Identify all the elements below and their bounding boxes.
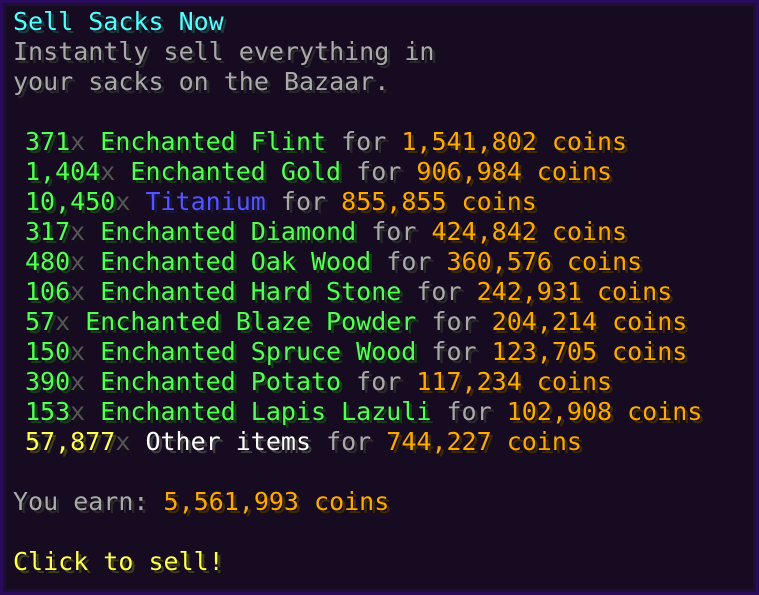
item-for-label: for [371,217,417,246]
item-for-label: for [446,397,492,426]
item-for-label: for [280,187,327,216]
item-quantity: 390 [25,367,71,396]
tooltip-description-line: your sacks on the Bazaar. [13,67,390,96]
tooltip-description-line: Instantly sell everything in [13,37,435,66]
item-name: Enchanted Oak Wood [100,247,372,276]
item-coin-value: 242,931 coins [476,277,673,306]
sell-sacks-tooltip: Sell Sacks Now Instantly sell everything… [0,0,759,595]
sack-item-row: 153x Enchanted Lapis Lazuli for 102,908 … [13,397,748,427]
item-multiplier: x [115,427,131,456]
item-multiplier: x [70,337,86,366]
item-for-label: for [431,307,477,336]
item-multiplier: x [70,247,86,276]
sack-item-row: 106x Enchanted Hard Stone for 242,931 co… [13,277,748,307]
item-multiplier: x [70,127,86,156]
item-quantity: 317 [25,217,71,246]
item-multiplier: x [70,277,86,306]
sack-item-row: 1,404x Enchanted Gold for 906,984 coins [13,157,748,187]
item-coin-value: 424,842 coins [431,217,628,246]
item-quantity: 57,877 [25,427,116,456]
item-quantity: 480 [25,247,71,276]
item-coin-value: 1,541,802 coins [401,127,628,156]
item-name: Enchanted Flint [100,127,327,156]
item-name: Enchanted Diamond [100,217,357,246]
item-coin-value: 204,214 coins [491,307,688,336]
item-for-label: for [386,247,432,276]
item-coin-value: 102,908 coins [506,397,703,426]
item-multiplier: x [55,307,71,336]
sack-item-row: 371x Enchanted Flint for 1,541,802 coins [13,127,748,157]
click-to-sell-prompt[interactable]: Click to sell! [13,547,748,577]
item-name: Enchanted Gold [130,157,342,186]
item-for-label: for [416,277,462,306]
item-multiplier: x [115,187,131,216]
sack-item-row: 10,450x Titanium for 855,855 coins [13,187,748,217]
item-for-label: for [326,427,372,456]
item-name: Enchanted Hard Stone [100,277,402,306]
item-quantity: 106 [25,277,71,306]
sack-item-row: 150x Enchanted Spruce Wood for 123,705 c… [13,337,748,367]
item-quantity: 57 [25,307,56,336]
item-for-label: for [431,337,477,366]
item-quantity: 153 [25,397,71,426]
item-multiplier: x [100,157,116,186]
item-quantity: 1,404 [25,157,101,186]
item-coin-value: 117,234 coins [416,367,613,396]
item-name: Enchanted Spruce Wood [100,337,417,366]
sack-item-row: 390x Enchanted Potato for 117,234 coins [13,367,748,397]
item-list: 371x Enchanted Flint for 1,541,802 coins… [13,127,748,457]
item-coin-value: 855,855 coins [341,187,537,216]
item-multiplier: x [70,397,86,426]
earnings-label: You earn: [13,487,164,516]
item-coin-value: 906,984 coins [416,157,613,186]
sack-item-row: 57x Enchanted Blaze Powder for 204,214 c… [13,307,748,337]
sack-item-row: 317x Enchanted Diamond for 424,842 coins [13,217,748,247]
item-for-label: for [356,157,402,186]
tooltip-title: Sell Sacks Now [13,7,224,36]
item-multiplier: x [70,367,86,396]
item-coin-value: 360,576 coins [446,247,643,276]
sack-item-row: 480x Enchanted Oak Wood for 360,576 coin… [13,247,748,277]
item-coin-value: 744,227 coins [386,427,582,456]
item-quantity: 150 [25,337,71,366]
earnings-line: You earn: 5,561,993 coins [13,487,748,517]
sack-item-row: 57,877x Other items for 744,227 coins [13,427,748,457]
item-for-label: for [356,367,402,396]
item-quantity: 10,450 [25,187,116,216]
item-name: Other items [145,427,312,456]
earnings-value: 5,561,993 coins [163,487,390,516]
item-name: Titanium [145,187,266,216]
item-coin-value: 123,705 coins [491,337,688,366]
item-name: Enchanted Lapis Lazuli [100,397,432,426]
item-quantity: 371 [25,127,71,156]
item-for-label: for [341,127,387,156]
item-name: Enchanted Potato [100,367,342,396]
item-name: Enchanted Blaze Powder [85,307,417,336]
item-multiplier: x [70,217,86,246]
